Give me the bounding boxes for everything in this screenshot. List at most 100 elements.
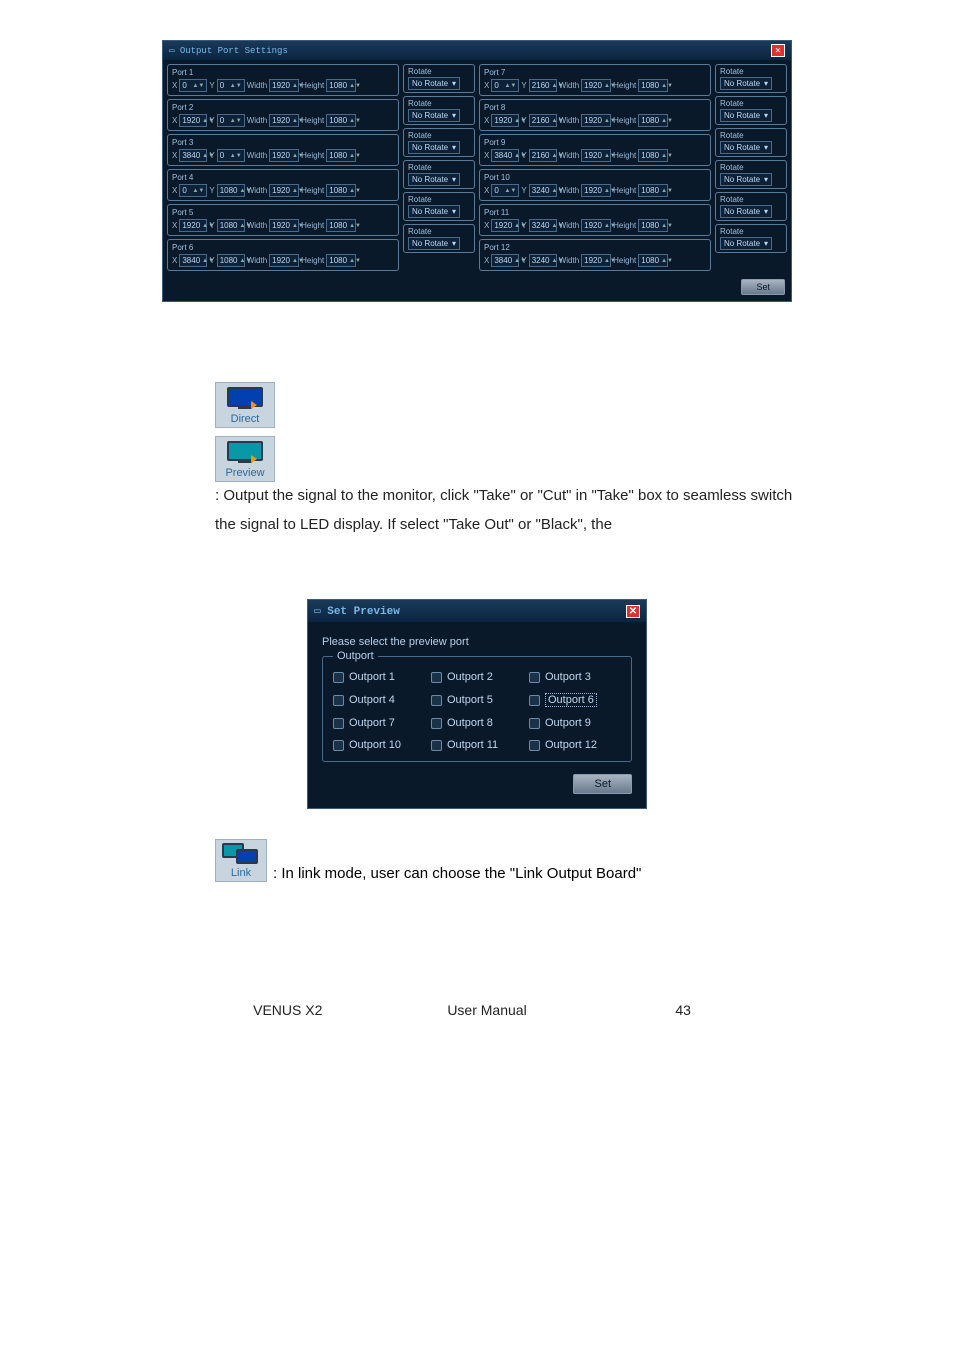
- checkbox-icon[interactable]: [431, 718, 442, 729]
- spin-input[interactable]: 1080▲▼: [638, 219, 668, 232]
- spin-buttons[interactable]: ▲▼: [504, 189, 516, 193]
- spin-input[interactable]: 0▲▼: [217, 149, 245, 162]
- spin-input[interactable]: 1080▲▼: [638, 149, 668, 162]
- outport-option[interactable]: Outport 11: [431, 739, 523, 751]
- spin-buttons[interactable]: ▲▼: [192, 84, 204, 88]
- spin-input[interactable]: 1920▲▼: [581, 254, 611, 267]
- spin-input[interactable]: 3240▲▼: [529, 184, 557, 197]
- spin-input[interactable]: 0▲▼: [491, 79, 519, 92]
- outport-option[interactable]: Outport 8: [431, 717, 523, 729]
- spin-input[interactable]: 0▲▼: [179, 184, 207, 197]
- sp-set-button[interactable]: Set: [573, 774, 632, 794]
- spin-input[interactable]: 1080▲▼: [217, 219, 245, 232]
- spin-input[interactable]: 1920▲▼: [179, 219, 207, 232]
- link-toolbar-icon[interactable]: Link: [215, 839, 267, 882]
- close-icon[interactable]: ✕: [626, 605, 640, 618]
- spin-buttons[interactable]: ▲▼: [349, 119, 361, 123]
- spin-input[interactable]: 1920▲▼: [581, 79, 611, 92]
- spin-input[interactable]: 0▲▼: [217, 79, 245, 92]
- rotate-select[interactable]: No Rotate▾: [408, 77, 460, 90]
- spin-input[interactable]: 1080▲▼: [638, 254, 668, 267]
- checkbox-icon[interactable]: [333, 718, 344, 729]
- preview-toolbar-icon[interactable]: Preview: [215, 436, 275, 482]
- outport-option[interactable]: Outport 10: [333, 739, 425, 751]
- spin-buttons[interactable]: ▲▼: [661, 119, 673, 123]
- spin-input[interactable]: 1080▲▼: [326, 114, 356, 127]
- checkbox-icon[interactable]: [529, 718, 540, 729]
- spin-input[interactable]: 1920▲▼: [581, 184, 611, 197]
- spin-buttons[interactable]: ▲▼: [661, 224, 673, 228]
- rotate-select[interactable]: No Rotate▾: [720, 77, 772, 90]
- spin-input[interactable]: 1080▲▼: [326, 79, 356, 92]
- spin-input[interactable]: 0▲▼: [491, 184, 519, 197]
- rotate-select[interactable]: No Rotate▾: [408, 205, 460, 218]
- spin-buttons[interactable]: ▲▼: [349, 189, 361, 193]
- spin-buttons[interactable]: ▲▼: [349, 259, 361, 263]
- spin-input[interactable]: 1920▲▼: [269, 149, 299, 162]
- spin-buttons[interactable]: ▲▼: [661, 259, 673, 263]
- spin-input[interactable]: 1080▲▼: [638, 184, 668, 197]
- checkbox-icon[interactable]: [431, 695, 442, 706]
- spin-input[interactable]: 1080▲▼: [217, 254, 245, 267]
- rotate-select[interactable]: No Rotate▾: [720, 237, 772, 250]
- outport-option[interactable]: Outport 5: [431, 693, 523, 707]
- spin-input[interactable]: 1080▲▼: [638, 114, 668, 127]
- spin-buttons[interactable]: ▲▼: [661, 84, 673, 88]
- rotate-select[interactable]: No Rotate▾: [408, 237, 460, 250]
- spin-input[interactable]: 1920▲▼: [491, 219, 519, 232]
- spin-buttons[interactable]: ▲▼: [661, 189, 673, 193]
- spin-input[interactable]: 1920▲▼: [581, 149, 611, 162]
- spin-input[interactable]: 3240▲▼: [529, 254, 557, 267]
- spin-input[interactable]: 1920▲▼: [269, 184, 299, 197]
- rotate-select[interactable]: No Rotate▾: [720, 109, 772, 122]
- checkbox-icon[interactable]: [333, 740, 344, 751]
- spin-input[interactable]: 1920▲▼: [491, 114, 519, 127]
- checkbox-icon[interactable]: [529, 672, 540, 683]
- spin-input[interactable]: 1920▲▼: [269, 219, 299, 232]
- rotate-select[interactable]: No Rotate▾: [408, 141, 460, 154]
- checkbox-icon[interactable]: [529, 695, 540, 706]
- spin-buttons[interactable]: ▲▼: [661, 154, 673, 158]
- spin-buttons[interactable]: ▲▼: [349, 154, 361, 158]
- spin-buttons[interactable]: ▲▼: [230, 154, 242, 158]
- spin-input[interactable]: 3240▲▼: [529, 219, 557, 232]
- spin-input[interactable]: 2160▲▼: [529, 149, 557, 162]
- outport-option[interactable]: Outport 3: [529, 671, 621, 683]
- spin-input[interactable]: 1920▲▼: [581, 114, 611, 127]
- rotate-select[interactable]: No Rotate▾: [720, 205, 772, 218]
- spin-input[interactable]: 0▲▼: [179, 79, 207, 92]
- spin-input[interactable]: 1080▲▼: [217, 184, 245, 197]
- direct-toolbar-icon[interactable]: Direct: [215, 382, 275, 428]
- outport-option[interactable]: Outport 12: [529, 739, 621, 751]
- outport-option[interactable]: Outport 1: [333, 671, 425, 683]
- spin-input[interactable]: 1920▲▼: [269, 254, 299, 267]
- outport-option[interactable]: Outport 9: [529, 717, 621, 729]
- checkbox-icon[interactable]: [529, 740, 540, 751]
- rotate-select[interactable]: No Rotate▾: [720, 173, 772, 186]
- ops-titlebar[interactable]: ▭ Output Port Settings ✕: [163, 41, 791, 60]
- spin-input[interactable]: 0▲▼: [217, 114, 245, 127]
- spin-buttons[interactable]: ▲▼: [349, 84, 361, 88]
- spin-buttons[interactable]: ▲▼: [230, 84, 242, 88]
- spin-input[interactable]: 1920▲▼: [581, 219, 611, 232]
- spin-input[interactable]: 1920▲▼: [269, 79, 299, 92]
- checkbox-icon[interactable]: [431, 672, 442, 683]
- ops-set-button[interactable]: Set: [741, 279, 785, 295]
- spin-input[interactable]: 1920▲▼: [179, 114, 207, 127]
- spin-input[interactable]: 1080▲▼: [326, 149, 356, 162]
- spin-input[interactable]: 3840▲▼: [179, 254, 207, 267]
- spin-input[interactable]: 2160▲▼: [529, 79, 557, 92]
- rotate-select[interactable]: No Rotate▾: [408, 173, 460, 186]
- sp-titlebar[interactable]: ▭ Set Preview ✕: [308, 600, 646, 622]
- spin-buttons[interactable]: ▲▼: [349, 224, 361, 228]
- spin-buttons[interactable]: ▲▼: [504, 84, 516, 88]
- spin-input[interactable]: 3840▲▼: [491, 149, 519, 162]
- checkbox-icon[interactable]: [333, 695, 344, 706]
- spin-input[interactable]: 3840▲▼: [179, 149, 207, 162]
- spin-input[interactable]: 1080▲▼: [638, 79, 668, 92]
- close-icon[interactable]: ✕: [771, 44, 785, 57]
- outport-option[interactable]: Outport 4: [333, 693, 425, 707]
- spin-input[interactable]: 1080▲▼: [326, 254, 356, 267]
- outport-option[interactable]: Outport 2: [431, 671, 523, 683]
- outport-option[interactable]: Outport 7: [333, 717, 425, 729]
